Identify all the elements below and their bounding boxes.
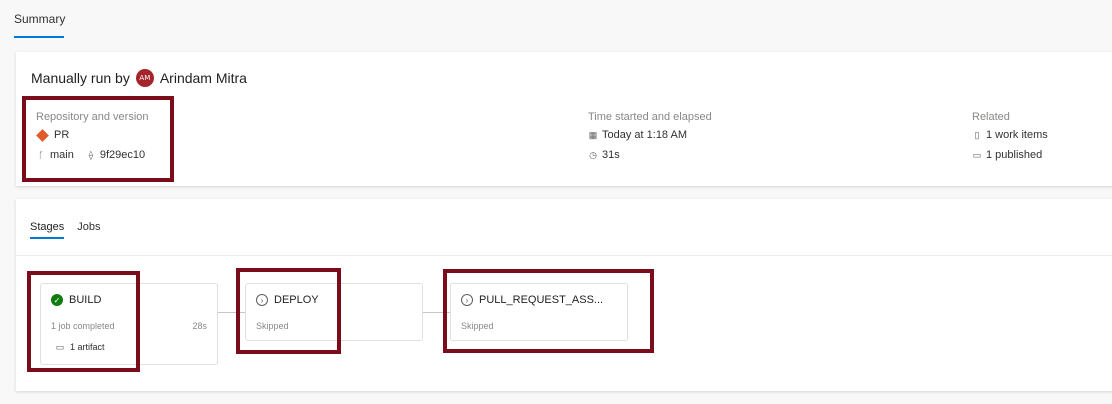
highlight-repository (22, 96, 174, 182)
avatar[interactable]: AM (135, 69, 154, 87)
tab-summary-underline (14, 36, 64, 38)
related-label: Related (972, 111, 1010, 123)
started-time: Today at 1:18 AM (602, 129, 687, 141)
published-link[interactable]: 1 published (986, 149, 1042, 161)
stages-tabs: Stages Jobs (30, 221, 101, 239)
run-by-label: Manually run by (31, 70, 130, 86)
time-label: Time started and elapsed (588, 111, 712, 123)
started-row: ▦ Today at 1:18 AM (588, 129, 712, 141)
elapsed-time: 31s (602, 149, 620, 161)
tab-jobs[interactable]: Jobs (77, 221, 100, 233)
work-items-row[interactable]: ▯ 1 work items (972, 129, 1048, 141)
clipboard-icon: ▯ (974, 130, 980, 140)
highlight-deploy-stage (236, 268, 341, 354)
tabs-divider (16, 255, 1112, 256)
stage-duration: 28s (192, 321, 207, 331)
published-row[interactable]: ▭ 1 published (972, 149, 1048, 161)
time-section: Time started and elapsed ▦ Today at 1:18… (588, 111, 712, 169)
run-by-line: Manually run by AM Arindam Mitra (31, 69, 247, 87)
tab-stages[interactable]: Stages (30, 221, 65, 239)
artifact-icon: ▭ (972, 150, 982, 160)
clock-icon: ◷ (589, 150, 597, 160)
elapsed-row: ◷ 31s (588, 149, 712, 161)
highlight-build-stage (27, 271, 140, 372)
related-section: Related ▯ 1 work items ▭ 1 published (972, 111, 1048, 169)
tab-summary[interactable]: Summary (14, 12, 65, 26)
highlight-pr-stage (443, 269, 654, 353)
work-items-link[interactable]: 1 work items (986, 129, 1048, 141)
calendar-icon: ▦ (588, 130, 598, 140)
run-summary-card: Manually run by AM Arindam Mitra Reposit… (16, 52, 1112, 186)
user-name[interactable]: Arindam Mitra (160, 70, 247, 86)
